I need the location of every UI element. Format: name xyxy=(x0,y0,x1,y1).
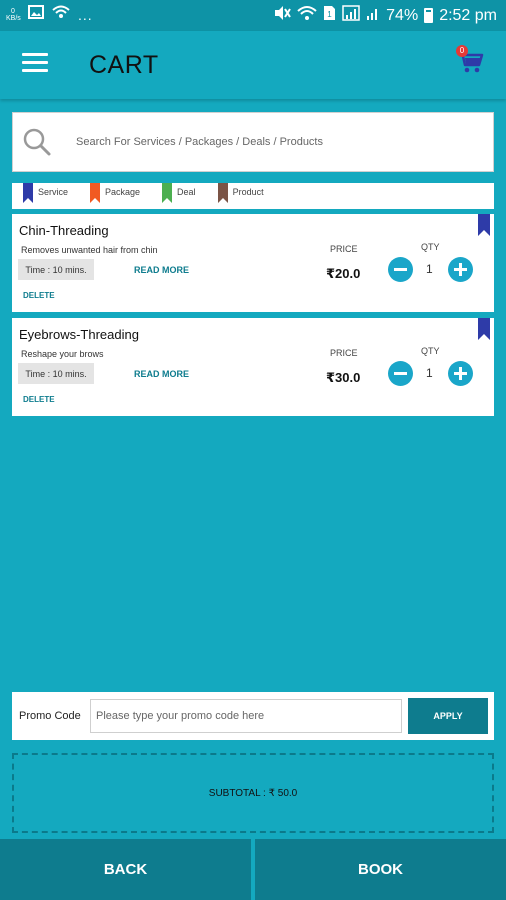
qty-label: QTY xyxy=(421,346,440,356)
legend-service: Service xyxy=(23,183,68,203)
network-speed-indicator: 0 KB/s xyxy=(6,7,21,22)
sim-icon: 1 xyxy=(323,5,336,26)
read-more-link[interactable]: READ MORE xyxy=(134,369,189,379)
time-chip: Time : 10 mins. xyxy=(18,363,94,384)
cart-item: Eyebrows-Threading Reshape your brows Ti… xyxy=(12,318,494,416)
bookmark-icon xyxy=(90,183,101,203)
increase-qty-button[interactable] xyxy=(448,361,473,386)
item-price: ₹20.0 xyxy=(326,266,361,281)
item-price: ₹30.0 xyxy=(326,370,361,385)
item-description: Reshape your brows xyxy=(21,349,104,359)
price-label: PRICE xyxy=(330,348,358,358)
qty-value: 1 xyxy=(426,262,433,276)
decrease-qty-button[interactable] xyxy=(388,361,413,386)
battery-percent: 74% xyxy=(386,6,419,24)
image-icon xyxy=(28,5,44,24)
bookmark-icon xyxy=(217,183,228,203)
search-input[interactable] xyxy=(76,136,493,148)
read-more-link[interactable]: READ MORE xyxy=(134,265,189,275)
promo-code-input[interactable] xyxy=(90,699,402,733)
book-button[interactable]: BOOK xyxy=(255,839,506,900)
promo-label: Promo Code xyxy=(19,710,81,722)
type-legend: Service Package Deal Product xyxy=(12,183,494,209)
apply-button[interactable]: APPLY xyxy=(408,698,488,734)
back-button[interactable]: BACK xyxy=(0,839,251,900)
status-bar: 0 KB/s ... 1 74% 2:52 pm xyxy=(0,0,506,31)
bookmark-icon xyxy=(23,183,33,203)
delete-button[interactable]: DELETE xyxy=(23,291,55,300)
app-bar: CART 0 xyxy=(0,31,506,99)
menu-icon[interactable] xyxy=(22,53,48,75)
bookmark-icon xyxy=(162,183,173,203)
price-label: PRICE xyxy=(330,244,358,254)
cart-item: Chin-Threading Removes unwanted hair fro… xyxy=(12,214,494,312)
item-description: Removes unwanted hair from chin xyxy=(21,245,158,255)
signal-bars-icon xyxy=(366,5,380,26)
item-name: Eyebrows-Threading xyxy=(19,327,139,342)
svg-text:1: 1 xyxy=(327,10,332,19)
decrease-qty-button[interactable] xyxy=(388,257,413,282)
wifi-icon xyxy=(52,5,70,24)
bookmark-icon xyxy=(478,318,490,340)
page-title: CART xyxy=(89,51,159,79)
battery-icon xyxy=(424,8,434,23)
status-dots: ... xyxy=(78,6,93,23)
time-chip: Time : 10 mins. xyxy=(18,259,94,280)
clock: 2:52 pm xyxy=(439,6,497,24)
mute-icon xyxy=(273,5,292,26)
delete-button[interactable]: DELETE xyxy=(23,395,55,404)
increase-qty-button[interactable] xyxy=(448,257,473,282)
wifi-icon xyxy=(297,5,317,26)
qty-label: QTY xyxy=(421,242,440,252)
legend-product: Product xyxy=(217,183,264,203)
qty-value: 1 xyxy=(426,366,433,380)
legend-package: Package xyxy=(90,183,140,203)
cart-badge: 0 xyxy=(456,45,468,57)
search-icon xyxy=(22,127,52,157)
signal-icon xyxy=(342,5,360,26)
bookmark-icon xyxy=(478,214,490,236)
item-name: Chin-Threading xyxy=(19,223,109,238)
search-bar[interactable] xyxy=(12,112,494,172)
promo-section: Promo Code APPLY xyxy=(12,692,494,740)
subtotal: SUBTOTAL : ₹ 50.0 xyxy=(12,753,494,833)
legend-deal: Deal xyxy=(162,183,196,203)
